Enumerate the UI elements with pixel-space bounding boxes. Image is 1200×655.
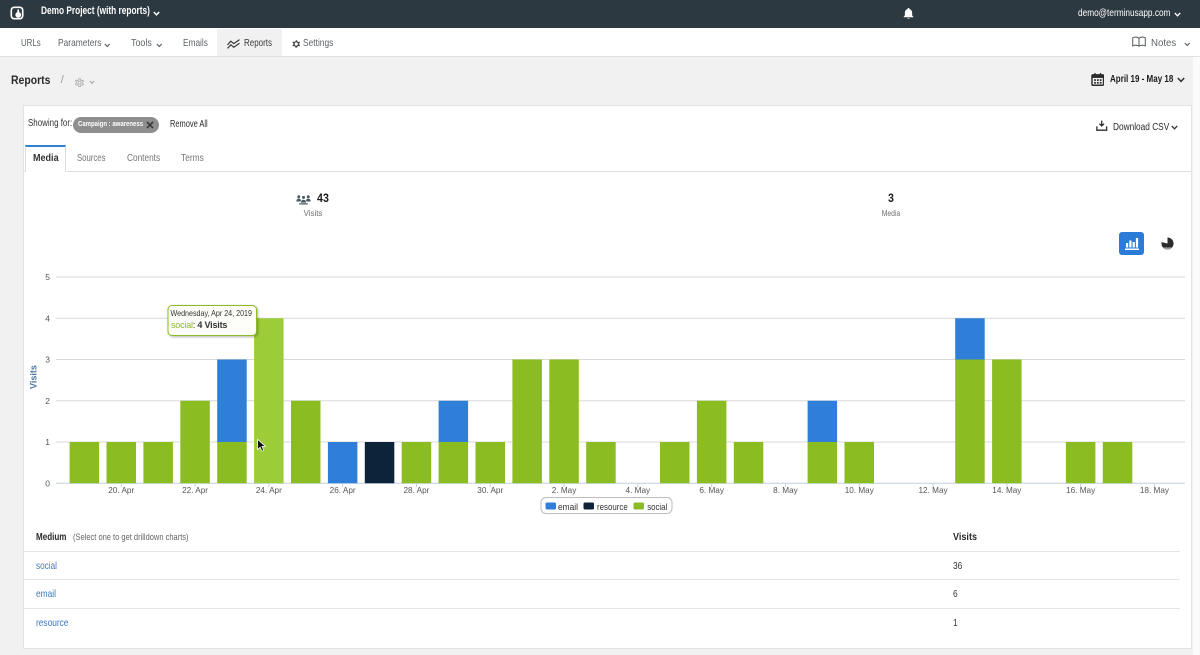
svg-text:20. Apr: 20. Apr (108, 486, 134, 495)
svg-text:social: 4 Visits: social: 4 Visits (171, 320, 227, 330)
svg-text:email: email (558, 502, 578, 513)
svg-text:24. Apr: 24. Apr (256, 486, 282, 495)
svg-text:4: 4 (45, 313, 50, 323)
svg-text:30. Apr: 30. Apr (477, 486, 503, 495)
svg-text:3: 3 (45, 355, 50, 365)
svg-text:2: 2 (45, 396, 50, 406)
svg-text:22. Apr: 22. Apr (182, 486, 208, 495)
svg-text:16. May: 16. May (1066, 486, 1096, 495)
svg-text:5: 5 (45, 272, 50, 282)
svg-text:4. May: 4. May (626, 486, 651, 495)
svg-text:28. Apr: 28. Apr (403, 486, 429, 495)
svg-text:8. May: 8. May (773, 486, 798, 495)
svg-text:1: 1 (45, 437, 50, 447)
svg-text:2. May: 2. May (552, 486, 577, 495)
svg-text:26. Apr: 26. Apr (330, 486, 356, 495)
svg-text:Wednesday, Apr 24, 2019: Wednesday, Apr 24, 2019 (171, 308, 253, 318)
svg-text:10. May: 10. May (845, 486, 875, 495)
svg-text:6. May: 6. May (699, 486, 724, 495)
svg-text:Visits: Visits (29, 365, 39, 389)
svg-text:18. May: 18. May (1140, 486, 1170, 495)
svg-text:0: 0 (45, 478, 50, 488)
svg-text:resource: resource (597, 502, 628, 513)
svg-text:social: social (647, 502, 667, 513)
svg-text:12. May: 12. May (918, 486, 948, 495)
svg-text:14. May: 14. May (992, 486, 1022, 495)
